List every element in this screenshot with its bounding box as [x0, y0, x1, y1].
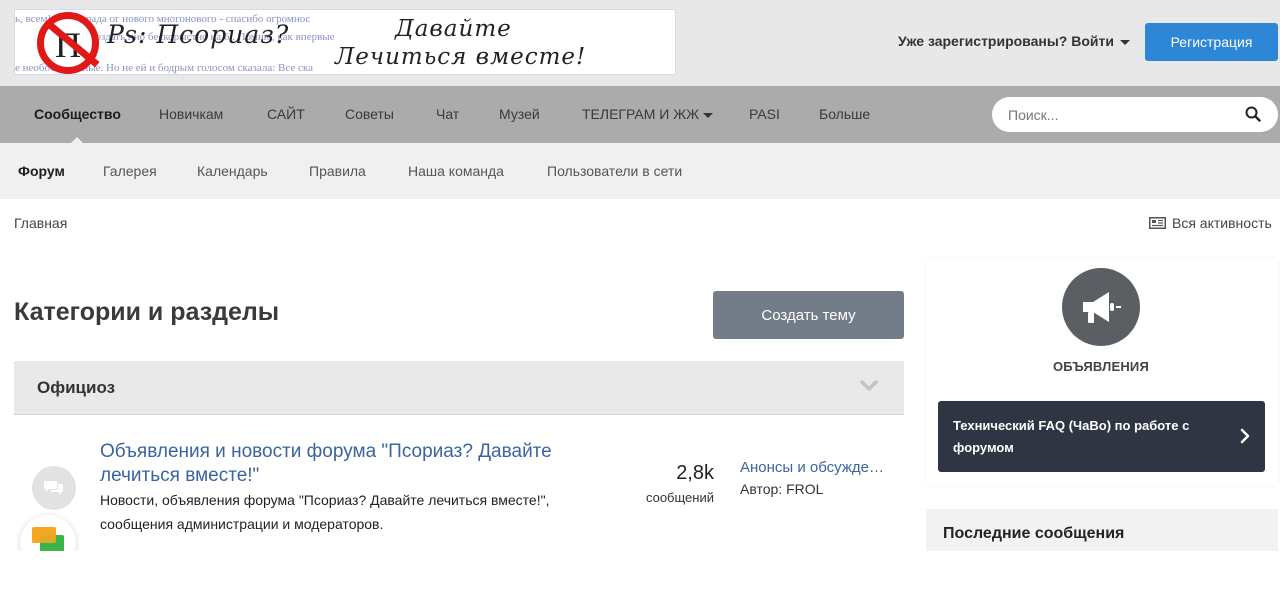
last-post-author: Автор: FROL [740, 481, 824, 497]
nav-item-tips[interactable]: Советы [345, 86, 394, 143]
megaphone-icon [1083, 292, 1121, 323]
search-box [992, 97, 1278, 132]
announcements-label: ОБЪЯВЛЕНИЯ [1052, 359, 1150, 374]
all-activity-label: Вся активность [1172, 215, 1272, 231]
nav-item-chat[interactable]: Чат [436, 86, 459, 143]
last-post-topic-link[interactable]: Анонсы и обсуждение [740, 459, 892, 476]
announcements-badge [1062, 268, 1140, 346]
forum-post-count-label: сообщений [645, 490, 714, 505]
subnav-item-gallery[interactable]: Галерея [103, 143, 157, 199]
subnav-item-forum[interactable]: Форум [18, 143, 65, 199]
forum-title-link[interactable]: Объявления и новости форума "Псориаз? Да… [100, 440, 600, 488]
logo-title-part-1: Ps: Псориаз? [107, 20, 290, 49]
category-title[interactable]: Официоз [37, 378, 115, 398]
all-activity-link[interactable]: Вся активность [1149, 215, 1272, 231]
login-label: Уже зарегистрированы? Войти [898, 33, 1114, 49]
page-title: Категории и разделы [14, 298, 280, 326]
category-header: Официоз [14, 361, 904, 415]
nav-item-pasi[interactable]: PASI [749, 86, 780, 143]
chevron-right-icon [1240, 428, 1250, 444]
forum-icon [32, 466, 76, 510]
logo-title-part-3: Лечиться вместе! [335, 44, 587, 70]
subnav-item-online-users[interactable]: Пользователи в сети [547, 143, 682, 199]
login-link[interactable]: Уже зарегистрированы? Войти [898, 33, 1130, 49]
recent-posts-title: Последние сообщения [943, 525, 1125, 542]
nav-item-more[interactable]: Больше [819, 86, 870, 143]
prohibition-sign-icon: П [37, 12, 100, 74]
nav-item-telegram[interactable]: ТЕЛЕГРАМ И ЖЖ [582, 86, 714, 143]
nav-item-museum[interactable]: Музей [499, 86, 540, 143]
subnav-item-rules[interactable]: Правила [309, 143, 366, 199]
site-header: ь, всем! Очень рада ог нового многоновог… [0, 0, 1280, 86]
faq-announcement-link[interactable]: Технический FAQ (ЧаВо) по работе с форум… [938, 401, 1265, 472]
nav-item-newcomers[interactable]: Новичкам [159, 86, 223, 143]
secondary-nav: Форум Галерея Календарь Правила Наша ком… [0, 143, 1280, 199]
logo-title-part-2: Давайте [395, 16, 512, 42]
caret-down-icon [703, 112, 714, 118]
search-input[interactable] [1008, 105, 1228, 125]
breadcrumb-home[interactable]: Главная [14, 215, 67, 231]
forum-description: Новости, объявления форума "Псориаз? Дав… [100, 492, 550, 532]
faq-announcement-text: Технический FAQ (ЧаВо) по работе с форум… [953, 418, 1190, 455]
caret-down-icon [1119, 39, 1130, 45]
forum-post-count: 2,8k [676, 462, 714, 484]
newspaper-icon [1149, 217, 1166, 229]
subnav-item-team[interactable]: Наша команда [408, 143, 504, 199]
subnav-item-calendar[interactable]: Календарь [197, 143, 268, 199]
site-logo[interactable]: ь, всем! Очень рада ог нового многоновог… [14, 9, 676, 75]
nav-item-community[interactable]: Сообщество [34, 86, 121, 143]
create-topic-button[interactable]: Создать тему [713, 291, 904, 339]
page-bottom-edge [0, 551, 1280, 590]
nav-item-site[interactable]: САЙТ [267, 86, 305, 143]
nav-item-telegram-label: ТЕЛЕГРАМ И ЖЖ [582, 106, 700, 122]
register-button[interactable]: Регистрация [1145, 23, 1278, 61]
chevron-down-icon[interactable] [859, 379, 879, 393]
search-icon[interactable] [1245, 106, 1261, 122]
chat-bubbles-icon [44, 481, 63, 495]
